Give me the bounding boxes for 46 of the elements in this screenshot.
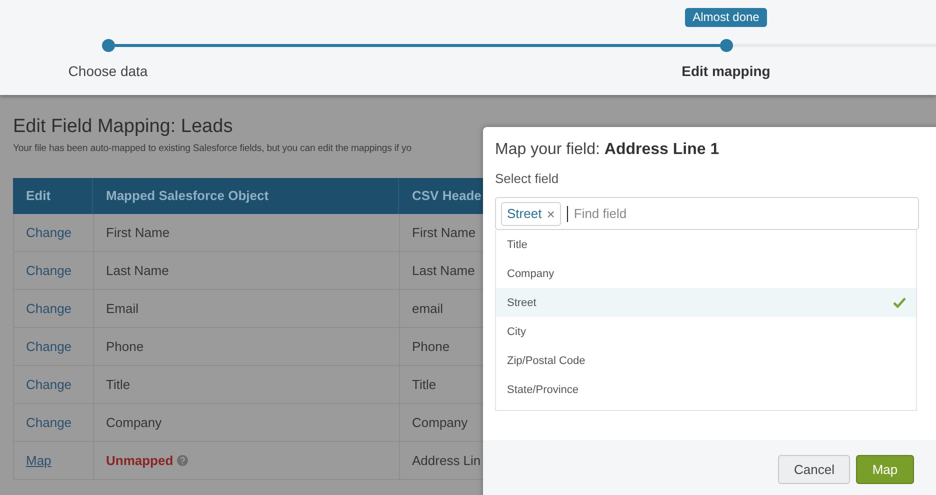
column-header: Edit (13, 178, 93, 214)
field-label: Select field (495, 171, 560, 186)
placeholder-text: Find field (574, 206, 627, 221)
row-action-link[interactable]: Change (26, 225, 72, 240)
check-icon (893, 297, 906, 308)
table-cell: Last Name (412, 263, 475, 278)
table-cell: First Name (412, 225, 476, 240)
table-cell: First Name (106, 225, 170, 240)
table-cell: Company (106, 415, 162, 430)
table-cell: Unmapped (106, 453, 174, 468)
table-cell: Title (106, 377, 130, 392)
map-button[interactable]: Map (856, 455, 914, 484)
page-title: Edit Field Mapping: Leads (13, 115, 234, 139)
chip-remove[interactable]: × (546, 206, 555, 222)
field-option[interactable]: State/Province (496, 375, 916, 404)
field-option[interactable]: Zip/Postal Code (496, 346, 916, 375)
step-label: Choose data (67, 63, 149, 79)
field-option[interactable]: Company (496, 259, 916, 288)
field-option[interactable]: City (496, 317, 916, 346)
column-header: Mapped Salesforce Object (93, 178, 399, 214)
row-action-link[interactable]: Change (26, 263, 72, 278)
table-cell: Email (106, 301, 139, 316)
step-dot (720, 39, 733, 52)
row-action-link[interactable]: Change (26, 301, 72, 316)
chip-label: Street (507, 206, 542, 221)
table-cell: Last Name (106, 263, 169, 278)
progress-tooltip: Almost done (685, 8, 767, 27)
step-label: Edit mapping (680, 63, 772, 79)
table-cell: Title (412, 377, 436, 392)
cancel-button[interactable]: Cancel (778, 455, 850, 484)
dialog-title: Map your field: Address Line 1 (495, 141, 720, 159)
field-option[interactable]: Street (496, 288, 916, 317)
page-subtitle: Your file has been auto-mapped to existing Salesforce fields, but you can edit the mappings if yo (13, 143, 412, 154)
row-action-link[interactable]: Change (26, 339, 72, 354)
table-cell: Phone (106, 339, 144, 354)
step-dot (102, 39, 115, 52)
table-cell: Company (412, 415, 468, 430)
table-cell: email (412, 301, 444, 316)
field-search-input[interactable]: Street × Find field (495, 197, 919, 230)
row-action-link[interactable]: Change (26, 377, 72, 392)
row-action-link[interactable]: Change (26, 415, 72, 430)
row-action-link[interactable]: Map (26, 453, 52, 468)
table-cell: Address Lin (412, 453, 481, 468)
table-cell: Phone (412, 339, 450, 354)
help-icon[interactable] (177, 455, 188, 466)
field-option[interactable]: Title (496, 230, 916, 259)
